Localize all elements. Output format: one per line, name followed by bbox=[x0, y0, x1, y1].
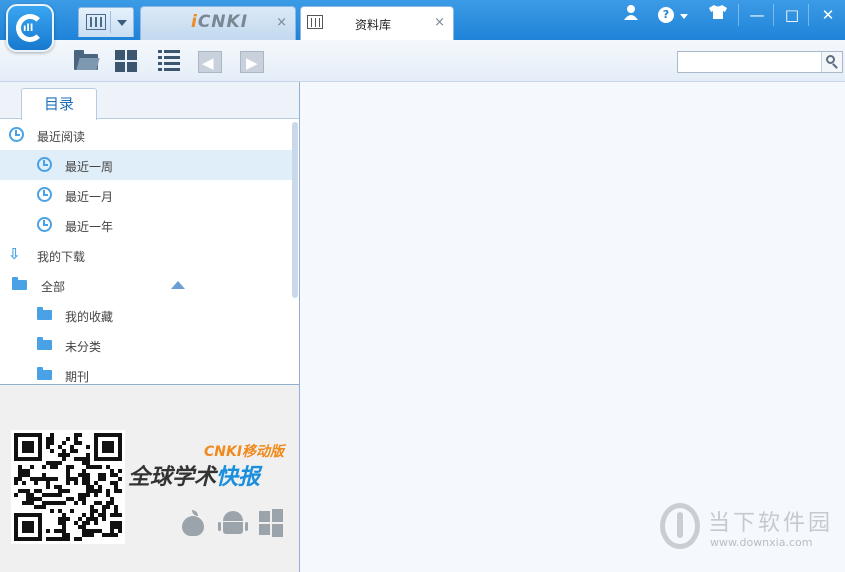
window-divider bbox=[808, 4, 809, 26]
directory-tree: 最近阅读 最近一周 最近一月 最近一年 ⇩ 我的下载 全部 我的收藏 未分类 期… bbox=[0, 120, 294, 384]
collapse-caret-icon[interactable] bbox=[171, 281, 185, 289]
tab-close-icon[interactable]: × bbox=[276, 15, 287, 30]
folder-icon bbox=[37, 337, 52, 350]
tree-item-label: 最近一月 bbox=[65, 190, 114, 204]
clock-icon bbox=[9, 127, 24, 142]
clock-icon bbox=[37, 187, 52, 202]
tree-item-label: 最近阅读 bbox=[37, 130, 86, 144]
tab-library[interactable]: 资料库 × bbox=[300, 6, 454, 40]
tree-item-last-week[interactable]: 最近一周 bbox=[0, 150, 294, 180]
minimize-button[interactable]: — bbox=[745, 4, 769, 26]
close-button[interactable]: ✕ bbox=[816, 4, 840, 26]
tab-list-dropdown[interactable] bbox=[78, 7, 134, 37]
tree-item-all[interactable]: 全部 bbox=[0, 270, 294, 300]
qr-code bbox=[11, 430, 125, 544]
arrow-right-icon: ▶ bbox=[246, 54, 258, 72]
mobile-promo-panel: CNKI移动版 全球学术快报 bbox=[0, 384, 299, 572]
sidebar-scrollbar[interactable] bbox=[292, 122, 298, 298]
sidebar-tab-bar: 目录 bbox=[0, 82, 299, 120]
app-logo[interactable]: ıll bbox=[6, 4, 54, 52]
sidebar: 目录 最近阅读 最近一周 最近一月 最近一年 ⇩ 我的下载 全部 我的收藏 未分… bbox=[0, 82, 300, 572]
tree-item-uncategorized[interactable]: 未分类 bbox=[0, 330, 294, 360]
folder-icon bbox=[37, 367, 52, 380]
download-icon: ⇩ bbox=[8, 245, 21, 263]
list-view-button[interactable] bbox=[158, 50, 186, 76]
apple-icon[interactable] bbox=[181, 509, 205, 537]
dropdown-divider bbox=[110, 11, 111, 33]
back-button[interactable]: ◀ bbox=[198, 51, 222, 73]
clock-icon bbox=[37, 217, 52, 232]
search-button[interactable] bbox=[821, 52, 842, 72]
help-dropdown-icon[interactable] bbox=[680, 14, 688, 19]
promo-title-main: 全球学术 bbox=[128, 465, 217, 490]
watermark-url: www.downxia.com bbox=[710, 536, 813, 549]
window-divider bbox=[773, 4, 774, 26]
tree-item-label: 未分类 bbox=[65, 340, 102, 354]
android-icon[interactable] bbox=[218, 509, 248, 537]
tree-item-label: 我的下载 bbox=[37, 250, 86, 264]
watermark-logo-icon bbox=[660, 503, 700, 549]
bookshelf-icon bbox=[86, 14, 106, 30]
tree-item-last-month[interactable]: 最近一月 bbox=[0, 180, 294, 210]
open-folder-button[interactable] bbox=[72, 48, 100, 74]
tree-item-favorites[interactable]: 我的收藏 bbox=[0, 300, 294, 330]
folder-icon bbox=[12, 277, 27, 290]
tree-item-label: 最近一年 bbox=[65, 220, 114, 234]
logo-mark: ıll bbox=[23, 23, 34, 34]
main-content-area bbox=[301, 82, 845, 572]
bookshelf-icon bbox=[307, 15, 323, 29]
search-box[interactable] bbox=[677, 51, 843, 73]
window-divider bbox=[738, 4, 739, 26]
watermark-text: 当下软件园 bbox=[708, 511, 834, 536]
tree-item-my-downloads[interactable]: ⇩ 我的下载 bbox=[0, 240, 294, 270]
maximize-button[interactable]: □ bbox=[780, 4, 804, 26]
folder-open-icon bbox=[74, 50, 98, 70]
chevron-down-icon bbox=[117, 20, 127, 26]
tab-directory[interactable]: 目录 bbox=[21, 88, 97, 120]
cnki-logo: iCNKI bbox=[191, 12, 249, 32]
tree-item-label: 我的收藏 bbox=[65, 310, 114, 324]
folder-icon bbox=[37, 307, 52, 320]
tab-label: 资料库 bbox=[355, 18, 392, 32]
clock-icon bbox=[37, 157, 52, 172]
promo-title-accent: 快报 bbox=[216, 465, 261, 490]
windows-icon[interactable] bbox=[259, 509, 283, 537]
forward-button[interactable]: ▶ bbox=[240, 51, 264, 73]
tree-item-label: 期刊 bbox=[65, 370, 90, 384]
skin-shirt-icon[interactable] bbox=[706, 4, 730, 26]
tree-item-journals[interactable]: 期刊 bbox=[0, 360, 294, 384]
search-input[interactable] bbox=[678, 52, 821, 72]
tree-item-recent-reading[interactable]: 最近阅读 bbox=[0, 120, 294, 150]
promo-brand: CNKI移动版 bbox=[204, 444, 285, 460]
tab-close-icon[interactable]: × bbox=[434, 15, 445, 30]
arrow-left-icon: ◀ bbox=[202, 54, 214, 72]
user-icon[interactable] bbox=[619, 4, 643, 26]
help-icon[interactable]: ? bbox=[658, 7, 674, 23]
tab-cnki[interactable]: iCNKI × bbox=[140, 6, 296, 40]
tree-item-label: 最近一周 bbox=[65, 160, 114, 174]
tree-item-label: 全部 bbox=[41, 280, 66, 294]
tile-view-button[interactable] bbox=[115, 50, 143, 76]
promo-title: 全球学术快报 bbox=[128, 459, 260, 491]
tree-item-last-year[interactable]: 最近一年 bbox=[0, 210, 294, 240]
search-icon-handle bbox=[832, 63, 838, 69]
